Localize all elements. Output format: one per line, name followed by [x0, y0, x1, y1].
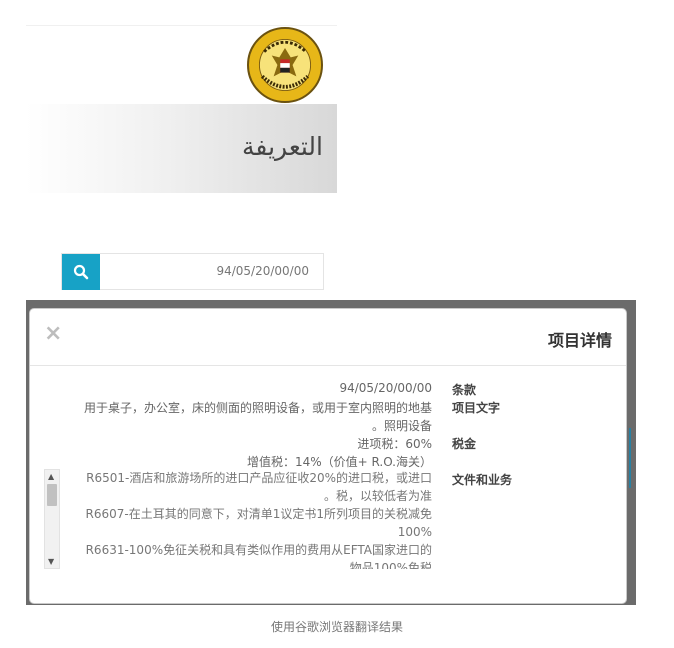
- scroll-up-icon[interactable]: ▲: [48, 472, 54, 481]
- logo-emblem: [258, 38, 312, 92]
- import-tax-value: 进项税：60%: [357, 437, 432, 451]
- background-edge: [629, 428, 636, 488]
- page-title-band: التعريفة: [26, 104, 337, 193]
- documents-text: R6501-酒店和旅游场所的进口产品应征收20%的进口税，或进口 。税，以较低者…: [66, 469, 432, 569]
- item-details-modal: × 项目详情 条款 94/05/20/00/00 项目文字 用于桌子，办公室，床…: [29, 308, 627, 604]
- item-text-line2: 。照明设备: [371, 419, 432, 433]
- item-text-line1: 用于桌子，办公室，床的侧面的照明设备，或用于室内照明的地基: [83, 401, 432, 415]
- documents-line: 。税，以较低者为准: [323, 489, 432, 503]
- image-caption: 使用谷歌浏览器翻译结果: [270, 620, 403, 634]
- documents-scrollbar[interactable]: ▲ ▼: [44, 469, 60, 569]
- documents-label: 文件和业务: [452, 473, 513, 487]
- documents-line: 物品100%免税: [349, 561, 432, 569]
- scroll-thumb[interactable]: [47, 484, 57, 506]
- search-button[interactable]: [62, 254, 100, 290]
- customs-logo: [247, 27, 323, 103]
- documents-line: R6501-酒店和旅游场所的进口产品应征收20%的进口税，或进口: [86, 471, 432, 485]
- modal-title: 项目详情: [547, 331, 612, 350]
- clause-label: 条款: [452, 383, 477, 397]
- search-input[interactable]: 94/05/20/00/00: [216, 264, 309, 278]
- clause-value: 94/05/20/00/00: [339, 381, 432, 395]
- search-field[interactable]: 94/05/20/00/00: [61, 253, 324, 290]
- search-icon: [73, 264, 89, 280]
- page-title: التعريفة: [242, 132, 323, 161]
- documents-line: R6631-100%免征关税和具有类似作用的费用从EFTA国家进口的: [85, 543, 432, 557]
- documents-textarea[interactable]: ▲ ▼ R6501-酒店和旅游场所的进口产品应征收20%的进口税，或进口 。税，…: [44, 469, 434, 569]
- scroll-down-icon[interactable]: ▼: [48, 557, 54, 566]
- tax-label: 税金: [452, 437, 477, 451]
- close-icon[interactable]: ×: [44, 323, 62, 345]
- documents-line: R6607-在土耳其的同意下，对清单1议定书1所列项目的关税减免: [85, 507, 432, 521]
- item-text-label: 项目文字: [452, 401, 501, 415]
- modal-header: × 项目详情: [30, 309, 626, 366]
- documents-line: 100%: [397, 525, 432, 539]
- vat-value: 增值税：14%（价值+ R.O.海关）: [246, 455, 432, 469]
- header-logo-area: [26, 25, 337, 104]
